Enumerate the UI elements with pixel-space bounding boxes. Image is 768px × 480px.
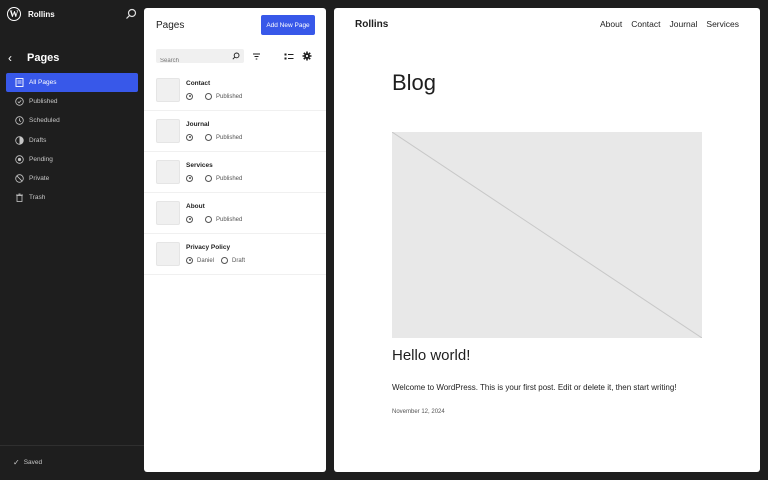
page-row-services[interactable]: Services Published <box>144 152 326 193</box>
wordpress-logo-icon[interactable]: W <box>7 7 21 21</box>
search-icon[interactable] <box>232 52 240 60</box>
sidebar-item-label: Private <box>29 174 50 182</box>
scheduled-icon <box>15 116 24 126</box>
page-row-about[interactable]: About Published <box>144 193 326 234</box>
page-row-contact[interactable]: Contact Published <box>144 70 326 111</box>
preview-nav-contact: Contact <box>631 19 661 29</box>
sidebar-header: ‹ Pages <box>0 48 59 68</box>
search-input[interactable] <box>156 54 226 68</box>
sidebar-item-drafts[interactable]: Drafts <box>6 131 138 150</box>
published-icon <box>205 134 212 141</box>
preview-heading: Blog <box>392 70 437 95</box>
sidebar-item-label: Pending <box>29 155 53 163</box>
page-thumbnail[interactable] <box>156 78 180 102</box>
settings-gear-icon[interactable] <box>301 50 313 62</box>
author-icon <box>186 175 193 182</box>
filter-icon[interactable] <box>250 50 262 62</box>
page-title[interactable]: Journal <box>186 121 209 128</box>
sidebar-item-published[interactable]: Published <box>6 92 138 111</box>
sidebar-item-all-pages[interactable]: All Pages <box>6 73 138 92</box>
sidebar-divider <box>0 445 144 446</box>
saved-status: ✓ Saved <box>13 458 42 467</box>
pages-icon <box>15 78 24 87</box>
sidebar-nav: All Pages Published Scheduled Drafts Pen… <box>6 73 138 207</box>
author-icon <box>186 216 193 223</box>
list-view-icon[interactable] <box>283 50 295 62</box>
pages-panel: Pages Add New Page Contact Published Jou… <box>144 8 326 472</box>
sidebar-item-scheduled[interactable]: Scheduled <box>6 111 138 130</box>
published-icon <box>15 97 24 106</box>
draft-icon <box>221 257 229 264</box>
page-title[interactable]: Contact <box>186 80 210 87</box>
page-meta: Published <box>186 216 242 223</box>
preview-nav-services: Services <box>706 19 739 29</box>
page-thumbnail[interactable] <box>156 119 180 143</box>
search-icon[interactable] <box>125 8 137 20</box>
site-preview[interactable]: Rollins About Contact Journal Services B… <box>334 8 760 472</box>
sidebar-item-label: Published <box>29 98 58 106</box>
page-row-journal[interactable]: Journal Published <box>144 111 326 152</box>
page-meta: Published <box>186 93 242 100</box>
author-avatar-icon <box>186 257 193 264</box>
author-name: Daniel <box>197 257 215 264</box>
add-new-page-button[interactable]: Add New Page <box>261 15 315 35</box>
page-title[interactable]: Privacy Policy <box>186 244 230 251</box>
preview-nav: About Contact Journal Services <box>591 19 739 29</box>
panel-title: Pages <box>156 20 185 31</box>
sidebar-item-label: Trash <box>29 194 46 202</box>
private-icon <box>15 174 24 183</box>
page-meta: Published <box>186 175 242 182</box>
pages-list: Contact Published Journal Published Serv… <box>144 70 326 275</box>
drafts-icon <box>15 135 24 145</box>
published-icon <box>205 93 212 100</box>
sidebar: W Rollins ‹ Pages All Pages Published Sc… <box>0 0 144 480</box>
preview-site-title: Rollins <box>355 19 389 30</box>
page-row-privacy-policy[interactable]: Privacy Policy Daniel Draft <box>144 234 326 275</box>
pending-icon <box>15 155 24 164</box>
sidebar-item-private[interactable]: Private <box>6 169 138 188</box>
status-label: Draft <box>232 257 246 264</box>
site-name[interactable]: Rollins <box>28 10 55 19</box>
sidebar-item-trash[interactable]: Trash <box>6 188 138 207</box>
placeholder-diagonal-icon <box>391 131 703 339</box>
author-icon <box>186 93 193 100</box>
author-icon <box>186 134 193 141</box>
sidebar-item-label: All Pages <box>29 79 57 86</box>
trash-icon <box>15 193 24 203</box>
page-thumbnail[interactable] <box>156 201 180 225</box>
status-label: Published <box>216 216 243 223</box>
page-thumbnail[interactable] <box>156 242 180 266</box>
preview-post-date: November 12, 2024 <box>392 409 445 415</box>
sidebar-item-pending[interactable]: Pending <box>6 150 138 169</box>
search-field <box>156 49 244 68</box>
status-label: Published <box>216 93 243 100</box>
preview-nav-about: About <box>600 19 623 29</box>
saved-label: Saved <box>23 459 43 466</box>
sidebar-item-label: Drafts <box>29 136 47 144</box>
published-icon <box>205 175 212 182</box>
preview-nav-journal: Journal <box>669 19 698 29</box>
back-arrow-icon[interactable]: ‹ <box>8 51 22 65</box>
sidebar-item-label: Scheduled <box>29 117 60 125</box>
published-icon <box>205 216 212 223</box>
image-placeholder <box>391 131 703 339</box>
sidebar-title: Pages <box>27 52 60 64</box>
preview-post-title: Hello world! <box>392 347 471 364</box>
preview-post-excerpt: Welcome to WordPress. This is your first… <box>392 383 677 392</box>
status-label: Published <box>216 134 243 141</box>
status-label: Published <box>216 175 243 182</box>
page-title[interactable]: Services <box>186 162 213 169</box>
site-header: W Rollins <box>0 0 144 28</box>
page-meta: Daniel Draft <box>186 257 245 264</box>
page-title[interactable]: About <box>186 203 205 210</box>
page-meta: Published <box>186 134 242 141</box>
check-icon: ✓ <box>13 458 20 467</box>
page-thumbnail[interactable] <box>156 160 180 184</box>
